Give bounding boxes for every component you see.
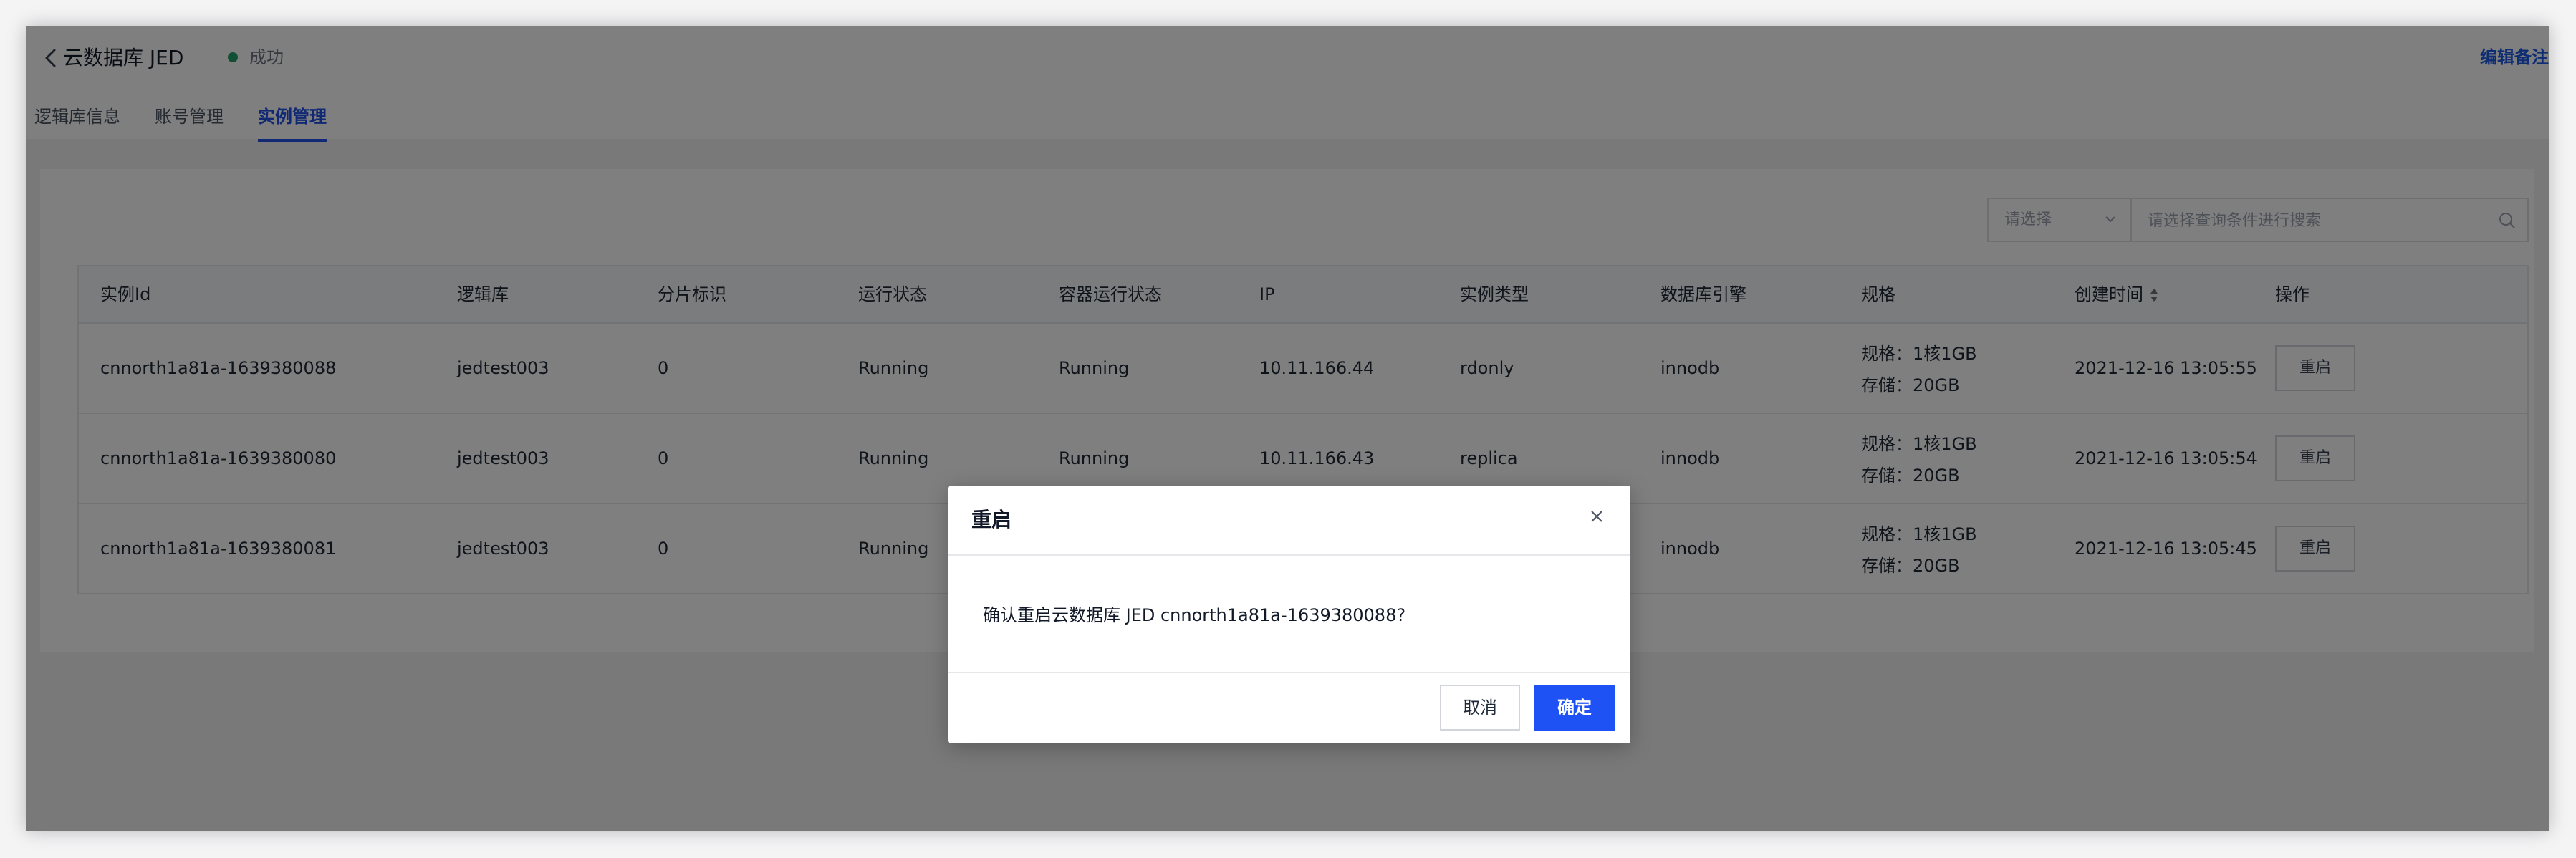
restart-confirm-dialog: 重启 确认重启云数据库 JED cnnorth1a81a-1639380088?… [948, 486, 1630, 743]
app-window: 云数据库 JED 成功 编辑备注 逻辑库信息 账号管理 实例管理 请选择 实例I… [26, 26, 2549, 831]
dialog-title: 重启 [971, 508, 1012, 531]
confirm-button[interactable]: 确定 [1534, 685, 1615, 731]
dialog-divider [948, 554, 1630, 556]
dialog-divider [948, 672, 1630, 673]
cancel-button[interactable]: 取消 [1440, 685, 1520, 731]
close-icon[interactable] [1586, 506, 1607, 527]
dialog-message: 确认重启云数据库 JED cnnorth1a81a-1639380088? [983, 605, 1406, 625]
